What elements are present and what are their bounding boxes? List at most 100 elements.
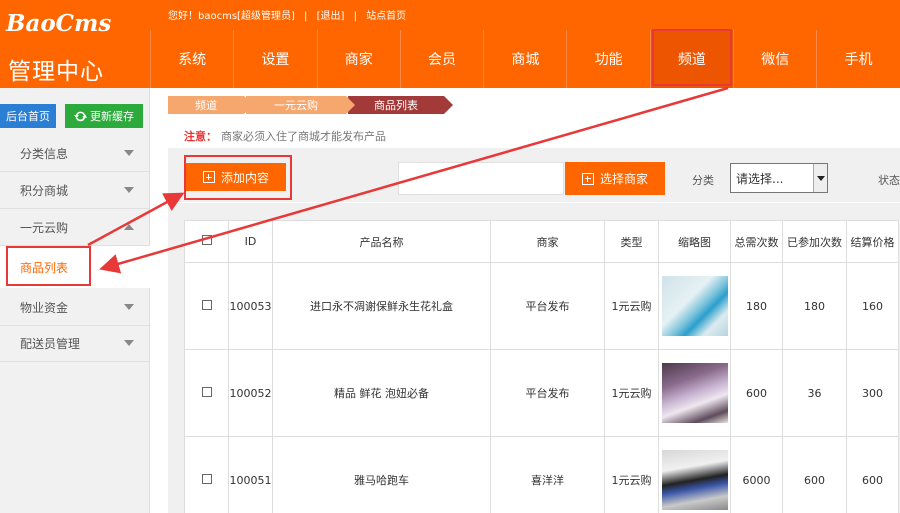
row-checkbox[interactable] (201, 299, 212, 310)
nav-item-function[interactable]: 功能 (566, 30, 649, 88)
td-joined: 36 (782, 349, 847, 437)
table-row: 100051 雅马哈跑车 喜洋洋 1元云购 6000 600 600 (184, 436, 899, 513)
nav-label: 功能 (594, 52, 623, 68)
bouquet-image (661, 363, 728, 423)
chevron-down-icon (124, 340, 134, 346)
td-total: 6000 (730, 436, 783, 513)
td-type: 1元云购 (604, 262, 659, 350)
td-name: 精品 鲜花 泡妞必备 (272, 349, 491, 437)
th-total: 总需次数 (730, 220, 783, 263)
table-row: 100052 精品 鲜花 泡妞必备 平台发布 1元云购 600 36 300 (184, 349, 899, 437)
sidebar-item-label: 分类信息 (20, 147, 69, 161)
site-home-link[interactable]: 站点首页 (366, 11, 406, 22)
row-checkbox[interactable] (201, 386, 212, 397)
nav-label: 商城 (511, 52, 540, 68)
td-joined: 180 (782, 262, 847, 350)
logo-text-cn: 管理中心 (8, 59, 104, 85)
select-all-checkbox[interactable] (201, 235, 212, 245)
td-thumb (658, 436, 731, 513)
breadcrumb-item-current: 商品列表 (348, 96, 453, 114)
logo-text-en: BaoCms (6, 10, 112, 37)
category-label: 分类 (692, 174, 714, 187)
table-container: ID 产品名称 商家 类型 缩略图 总需次数 已参加次数 结算价格 100053… (168, 203, 900, 513)
th-type: 类型 (604, 220, 659, 263)
annotation-box-add-content (184, 155, 292, 200)
td-select (184, 262, 229, 350)
sidebar-item-label: 物业资金 (20, 301, 69, 315)
th-price: 结算价格 (846, 220, 899, 263)
td-id: 100051 (228, 436, 273, 513)
td-thumb (658, 349, 731, 437)
td-total: 180 (730, 262, 783, 350)
flower-box-image (661, 276, 728, 336)
admin-app: BaoCms 管理中心 您好！baocms[超级管理员] | [退出] | 站点… (0, 0, 900, 513)
td-name: 进口永不凋谢保鲜永生花礼盒 (272, 262, 491, 350)
table-header-row: ID 产品名称 商家 类型 缩略图 总需次数 已参加次数 结算价格 (184, 220, 899, 263)
chevron-down-icon (124, 304, 134, 310)
td-price: 160 (846, 262, 899, 350)
sidebar-item-label: 一元云购 (20, 221, 69, 235)
th-name: 产品名称 (272, 220, 491, 263)
user-bar: 您好！baocms[超级管理员] | [退出] | 站点首页 (168, 7, 412, 22)
sidebar-item-label: 积分商城 (20, 184, 69, 198)
logout-link[interactable]: [退出] (317, 11, 345, 22)
sidebar-item-points-mall[interactable]: 积分商城 (0, 173, 150, 209)
td-thumb (658, 262, 731, 350)
chevron-up-icon (124, 224, 134, 230)
notice-label: 注意： (184, 130, 217, 143)
sidebar-item-label: 配送员管理 (20, 337, 81, 351)
status-label: 状态 (878, 174, 900, 187)
breadcrumb-item[interactable]: 频道 (168, 96, 253, 114)
nav-item-settings[interactable]: 设置 (233, 30, 316, 88)
nav-label: 微信 (761, 52, 790, 68)
sidebar-item-property-fund[interactable]: 物业资金 (0, 290, 150, 326)
sidebar-item-category-info[interactable]: 分类信息 (0, 136, 150, 172)
separator: | (304, 11, 308, 22)
breadcrumb-item[interactable]: 一元云购 (246, 96, 355, 114)
notice: 注意： 商家必须入住了商城才能发布产品 (184, 128, 386, 144)
category-select[interactable]: 请选择... (730, 163, 828, 193)
nav-item-member[interactable]: 会员 (399, 30, 483, 88)
nav-label: 手机 (844, 52, 873, 68)
td-merchant: 喜洋洋 (490, 436, 605, 513)
product-table: ID 产品名称 商家 类型 缩略图 总需次数 已参加次数 结算价格 100053… (184, 220, 899, 513)
td-id: 100053 (228, 262, 273, 350)
select-merchant-label: 选择商家 (599, 172, 648, 186)
main-content: 频道 一元云购 商品列表 注意： 商家必须入住了商城才能发布产品 添加内容 选择商… (150, 88, 900, 513)
td-select (184, 436, 229, 513)
notice-text: 商家必须入住了商城才能发布产品 (221, 130, 386, 143)
th-id: ID (228, 220, 273, 263)
sidebar-buttons: 后台首页 更新缓存 (0, 104, 150, 130)
category-select-value: 请选择... (736, 172, 784, 186)
nav-item-system[interactable]: 系统 (150, 30, 233, 88)
chevron-down-icon (124, 187, 134, 193)
row-checkbox[interactable] (201, 473, 212, 484)
td-total: 600 (730, 349, 783, 437)
logo: BaoCms 管理中心 (0, 0, 150, 88)
nav-label: 商家 (344, 52, 373, 68)
sidebar-item-one-yuan[interactable]: 一元云购 (0, 210, 150, 246)
td-merchant: 平台发布 (490, 349, 605, 437)
dropdown-arrow-icon (813, 164, 827, 192)
top-header: BaoCms 管理中心 您好！baocms[超级管理员] | [退出] | 站点… (0, 0, 900, 88)
nav-item-mobile[interactable]: 手机 (816, 30, 899, 88)
sidebar-item-courier[interactable]: 配送员管理 (0, 326, 150, 362)
search-input[interactable] (398, 162, 564, 195)
th-select (184, 220, 229, 263)
nav-item-mall[interactable]: 商城 (483, 30, 566, 88)
refresh-icon (74, 111, 87, 121)
nav-item-wechat[interactable]: 微信 (733, 30, 816, 88)
td-merchant: 平台发布 (490, 262, 605, 350)
sidebar: 后台首页 更新缓存 分类信息 积分商城 一元云购 商品列表 物业资金 配送员管理 (0, 88, 150, 513)
nav-item-merchant[interactable]: 商家 (316, 30, 400, 88)
chevron-down-icon (124, 150, 134, 156)
separator: | (353, 11, 357, 22)
td-type: 1元云购 (604, 349, 659, 437)
td-id: 100052 (228, 349, 273, 437)
nav-label: 设置 (261, 52, 290, 68)
td-price: 300 (846, 349, 899, 437)
annotation-box-nav-channel (652, 29, 732, 86)
home-button[interactable]: 后台首页 (0, 104, 56, 128)
select-merchant-button[interactable]: 选择商家 (565, 162, 665, 195)
refresh-cache-button[interactable]: 更新缓存 (65, 104, 143, 128)
